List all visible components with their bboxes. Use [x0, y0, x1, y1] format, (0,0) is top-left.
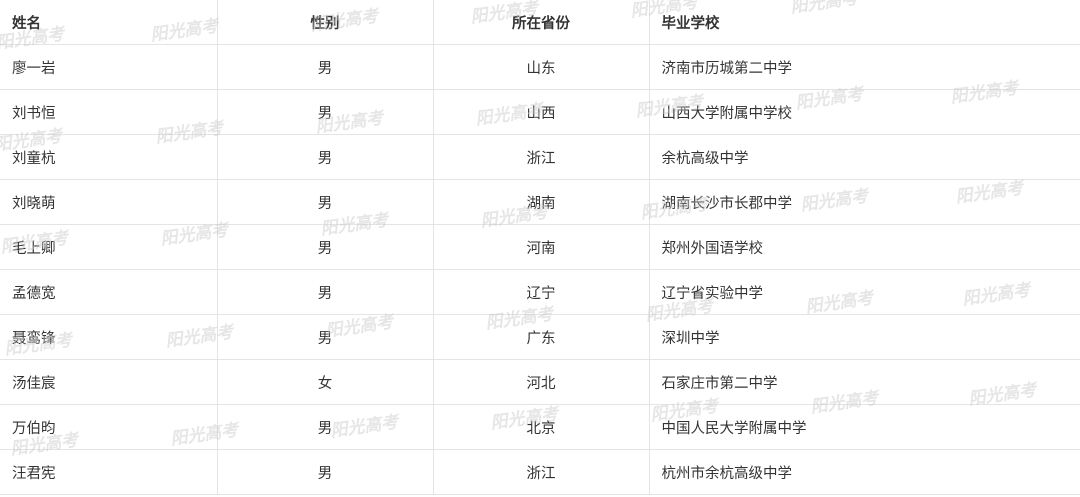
- cell-gender: 女: [216, 359, 434, 405]
- cell-school: 济南市历城第二中学: [648, 44, 1080, 90]
- table-row: 刘书恒 男 山西 山西大学附属中学校: [0, 89, 1080, 135]
- cell-province: 广东: [432, 314, 650, 360]
- cell-gender: 男: [216, 449, 434, 495]
- table-row: 毛上卿 男 河南 郑州外国语学校: [0, 224, 1080, 270]
- header-province: 所在省份: [432, 0, 650, 45]
- cell-province: 山东: [432, 44, 650, 90]
- header-name: 姓名: [0, 0, 218, 45]
- table-header-row: 姓名 性别 所在省份 毕业学校: [0, 0, 1080, 45]
- cell-gender: 男: [216, 314, 434, 360]
- cell-school: 余杭高级中学: [648, 134, 1080, 180]
- cell-gender: 男: [216, 404, 434, 450]
- table-row: 聂鸾锋 男 广东 深圳中学: [0, 314, 1080, 360]
- cell-school: 辽宁省实验中学: [648, 269, 1080, 315]
- cell-gender: 男: [216, 44, 434, 90]
- cell-school: 山西大学附属中学校: [648, 89, 1080, 135]
- cell-province: 北京: [432, 404, 650, 450]
- cell-gender: 男: [216, 269, 434, 315]
- cell-gender: 男: [216, 89, 434, 135]
- cell-school: 深圳中学: [648, 314, 1080, 360]
- table-row: 汪君宪 男 浙江 杭州市余杭高级中学: [0, 449, 1080, 495]
- table-row: 刘童杭 男 浙江 余杭高级中学: [0, 134, 1080, 180]
- cell-name: 刘童杭: [0, 134, 218, 180]
- header-school: 毕业学校: [648, 0, 1080, 45]
- cell-province: 湖南: [432, 179, 650, 225]
- cell-school: 杭州市余杭高级中学: [648, 449, 1080, 495]
- cell-province: 浙江: [432, 449, 650, 495]
- cell-school: 郑州外国语学校: [648, 224, 1080, 270]
- cell-province: 河南: [432, 224, 650, 270]
- cell-name: 刘晓萌: [0, 179, 218, 225]
- table-row: 汤佳宸 女 河北 石家庄市第二中学: [0, 359, 1080, 405]
- cell-name: 汤佳宸: [0, 359, 218, 405]
- cell-name: 聂鸾锋: [0, 314, 218, 360]
- cell-school: 石家庄市第二中学: [648, 359, 1080, 405]
- table-row: 孟德宽 男 辽宁 辽宁省实验中学: [0, 269, 1080, 315]
- cell-name: 刘书恒: [0, 89, 218, 135]
- student-table: 姓名 性别 所在省份 毕业学校 廖一岩 男 山东 济南市历城第二中学 刘书恒 男…: [0, 0, 1080, 495]
- cell-province: 山西: [432, 89, 650, 135]
- table-row: 万伯昀 男 北京 中国人民大学附属中学: [0, 404, 1080, 450]
- cell-name: 万伯昀: [0, 404, 218, 450]
- cell-school: 湖南长沙市长郡中学: [648, 179, 1080, 225]
- cell-gender: 男: [216, 224, 434, 270]
- cell-name: 汪君宪: [0, 449, 218, 495]
- table-row: 廖一岩 男 山东 济南市历城第二中学: [0, 44, 1080, 90]
- cell-name: 廖一岩: [0, 44, 218, 90]
- cell-gender: 男: [216, 134, 434, 180]
- cell-gender: 男: [216, 179, 434, 225]
- cell-province: 河北: [432, 359, 650, 405]
- cell-name: 孟德宽: [0, 269, 218, 315]
- cell-name: 毛上卿: [0, 224, 218, 270]
- cell-province: 辽宁: [432, 269, 650, 315]
- table-row: 刘晓萌 男 湖南 湖南长沙市长郡中学: [0, 179, 1080, 225]
- header-gender: 性别: [216, 0, 434, 45]
- cell-province: 浙江: [432, 134, 650, 180]
- page: 姓名 性别 所在省份 毕业学校 廖一岩 男 山东 济南市历城第二中学 刘书恒 男…: [0, 0, 1080, 497]
- cell-school: 中国人民大学附属中学: [648, 404, 1080, 450]
